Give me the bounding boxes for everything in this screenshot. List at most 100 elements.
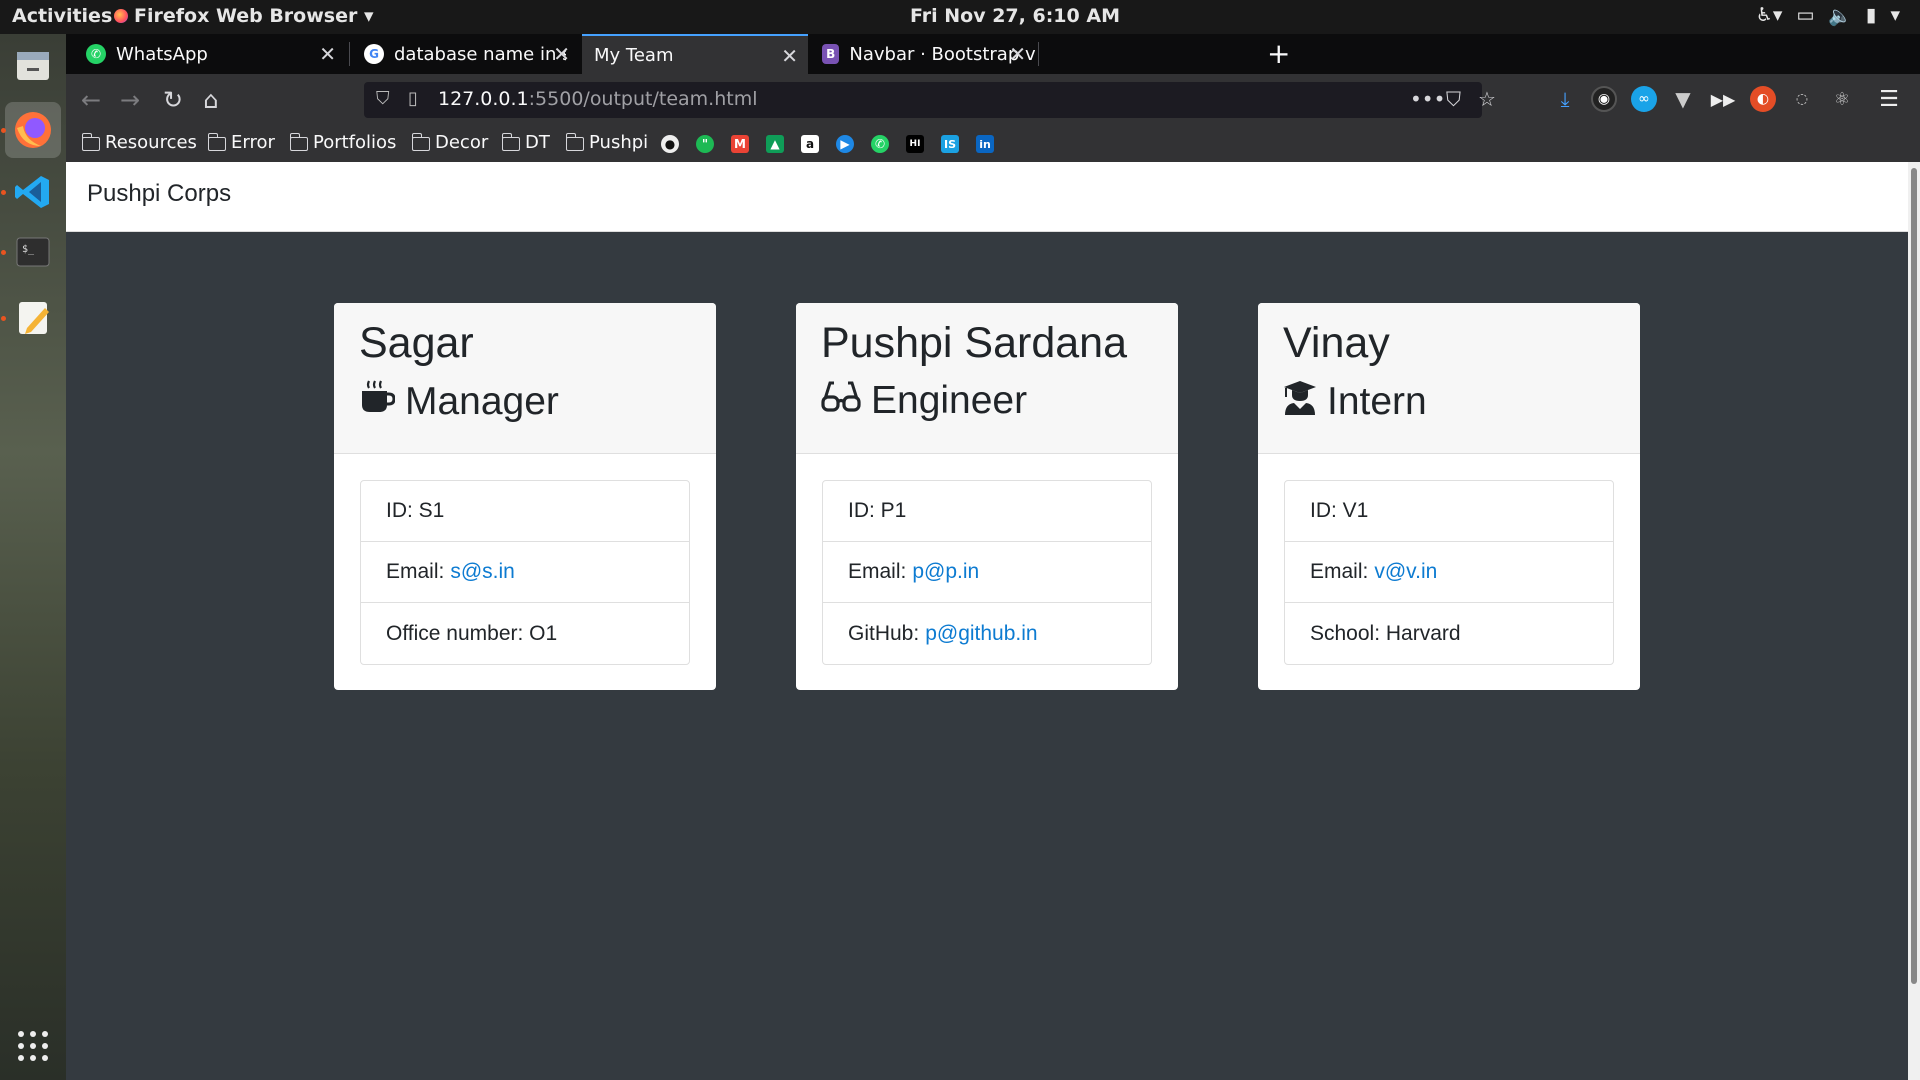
volume-icon[interactable]: 🔈 xyxy=(1828,4,1852,27)
bookmark-folder-dt[interactable]: DT xyxy=(501,132,550,153)
url-text[interactable]: 127.0.0.1:5500/output/team.html xyxy=(438,88,758,110)
files-app-icon[interactable] xyxy=(5,38,61,94)
bookmark-label: Resources xyxy=(105,132,197,153)
employee-role: Intern xyxy=(1283,379,1427,425)
employee-card: Vinay Intern ID: V1 Email: v@v.in School:… xyxy=(1258,303,1640,690)
extension-duckduckgo-icon[interactable]: ◐ xyxy=(1750,86,1776,112)
show-applications-icon[interactable] xyxy=(5,1018,61,1074)
details-list: ID: S1 Email: s@s.in Office number: O1 xyxy=(360,480,690,665)
accessibility-icon[interactable]: ♿▾ xyxy=(1756,4,1783,27)
downloads-icon[interactable]: ⤓ xyxy=(1552,86,1578,112)
tab-strip: ✆ WhatsApp ✕ G database name in sqltool … xyxy=(66,34,1920,74)
firefox-app-icon[interactable] xyxy=(1,102,61,158)
bookmark-star-icon[interactable]: ☆ xyxy=(1478,87,1496,111)
email-row: Email: s@s.in xyxy=(361,542,689,603)
battery-icon[interactable]: ▮ xyxy=(1866,4,1876,27)
clock[interactable]: Fri Nov 27, 6:10 AM xyxy=(910,5,1120,27)
url-host: 127.0.0.1 xyxy=(438,88,529,110)
bookmark-folder-error[interactable]: Error xyxy=(207,132,275,153)
email-label: Email: xyxy=(1310,560,1369,583)
tab-bootstrap-navbar[interactable]: B Navbar · Bootstrap v4.5 ✕ xyxy=(810,34,1036,74)
url-bar[interactable]: ⛉ ▯ 127.0.0.1:5500/output/team.html ••• … xyxy=(364,82,1496,118)
close-icon[interactable]: ✕ xyxy=(781,44,798,68)
home-icon[interactable]: ⌂ xyxy=(195,84,227,116)
bookmark-folder-resources[interactable]: Resources xyxy=(81,132,197,153)
details-list: ID: P1 Email: p@p.in GitHub: p@github.in xyxy=(822,480,1152,665)
back-icon[interactable]: ← xyxy=(75,84,107,116)
id-text: ID: P1 xyxy=(848,499,907,522)
employee-name: Vinay xyxy=(1283,319,1390,367)
tab-whatsapp[interactable]: ✆ WhatsApp ✕ xyxy=(74,34,346,74)
activities-button[interactable]: Activities xyxy=(12,5,112,27)
terminal-app-icon[interactable]: $_ xyxy=(1,224,61,280)
running-indicator xyxy=(1,316,6,321)
close-icon[interactable]: ✕ xyxy=(553,42,570,66)
github-bookmark-icon[interactable]: ● xyxy=(661,135,679,153)
bookmark-label: DT xyxy=(525,132,550,153)
is-bookmark-icon[interactable]: IS xyxy=(941,135,959,153)
bookmark-label: Decor xyxy=(435,132,489,153)
navbar-brand[interactable]: Pushpi Corps xyxy=(87,180,231,208)
email-label: Email: xyxy=(386,560,445,583)
employee-name: Sagar xyxy=(359,319,474,367)
extension-bulb-icon[interactable]: ◌ xyxy=(1789,86,1815,112)
bookmark-label: Error xyxy=(231,132,275,153)
vscode-app-icon[interactable] xyxy=(1,164,61,220)
card-header: Sagar Manager xyxy=(334,303,716,454)
email-link[interactable]: s@s.in xyxy=(450,560,515,584)
card-header: Pushpi Sardana Engineer xyxy=(796,303,1178,454)
tracking-shield-icon[interactable]: ⛉ xyxy=(376,88,390,109)
play-bookmark-icon[interactable]: ▶ xyxy=(836,135,854,153)
firefox-small-icon xyxy=(114,9,128,23)
github-link[interactable]: p@github.in xyxy=(925,622,1037,646)
linkedin-bookmark-icon[interactable]: in xyxy=(976,135,994,153)
screen-icon[interactable]: ▭ xyxy=(1796,4,1814,27)
id-text: ID: V1 xyxy=(1310,499,1369,522)
tab-database-search[interactable]: G database name in sqltool ✕ xyxy=(352,34,580,74)
system-tray[interactable]: ♿▾ ▭ 🔈 ▮ ▾ xyxy=(1756,4,1900,27)
new-tab-icon[interactable]: + xyxy=(1267,37,1290,70)
amazon-bookmark-icon[interactable]: a xyxy=(801,135,819,153)
scrollbar-thumb[interactable] xyxy=(1911,168,1917,984)
whatsapp-icon: ✆ xyxy=(86,44,106,64)
menu-hamburger-icon[interactable]: ☰ xyxy=(1876,86,1902,112)
reload-icon[interactable]: ↻ xyxy=(157,84,189,116)
close-icon[interactable]: ✕ xyxy=(319,42,336,66)
close-icon[interactable]: ✕ xyxy=(1009,42,1026,66)
extension-forward-icon[interactable]: ▶▶ xyxy=(1710,86,1736,112)
extension-v-icon[interactable]: ▼ xyxy=(1670,86,1696,112)
url-path: :5500/output/team.html xyxy=(528,88,758,110)
whatsapp-bookmark-icon[interactable]: ✆ xyxy=(871,135,889,153)
dropdown-icon[interactable]: ▾ xyxy=(1890,4,1900,27)
page-info-icon[interactable]: ▯ xyxy=(408,88,418,109)
email-row: Email: p@p.in xyxy=(823,542,1151,603)
folder-icon xyxy=(207,132,226,151)
hangouts-bookmark-icon[interactable]: " xyxy=(696,135,714,153)
bookmark-folder-decor[interactable]: Decor xyxy=(411,132,489,153)
page-actions-icon[interactable]: ••• xyxy=(1410,87,1445,111)
folder-icon xyxy=(81,132,100,151)
bookmark-folder-pushpi[interactable]: Pushpi xyxy=(565,132,649,153)
text-editor-app-icon[interactable] xyxy=(1,290,61,346)
email-link[interactable]: v@v.in xyxy=(1374,560,1437,584)
bootstrap-icon: B xyxy=(822,44,840,64)
school-row: School: Harvard xyxy=(1285,603,1613,664)
page-scrollbar[interactable] xyxy=(1908,162,1920,1080)
extension-avatar-icon[interactable]: ◉ xyxy=(1591,86,1617,112)
forward-icon[interactable]: → xyxy=(114,84,146,116)
extension-infinity-icon[interactable]: ∞ xyxy=(1631,86,1657,112)
bookmark-label: Pushpi xyxy=(589,132,649,153)
pocket-icon[interactable]: ⛉ xyxy=(1446,87,1461,111)
role-label: Engineer xyxy=(871,379,1028,422)
hackerrank-bookmark-icon[interactable]: HI xyxy=(906,135,924,153)
extension-react-icon[interactable]: ⚛ xyxy=(1829,86,1855,112)
google-drive-bookmark-icon[interactable]: ▲ xyxy=(766,135,784,153)
app-menu[interactable]: Firefox Web Browser ▾ xyxy=(114,5,374,27)
bookmark-folder-portfolios[interactable]: Portfolios xyxy=(289,132,396,153)
email-label: Email: xyxy=(848,560,907,583)
google-icon: G xyxy=(364,44,384,64)
tab-title: WhatsApp xyxy=(116,43,208,65)
email-link[interactable]: p@p.in xyxy=(912,560,979,584)
gmail-bookmark-icon[interactable]: M xyxy=(731,135,749,153)
tab-my-team[interactable]: My Team ✕ xyxy=(582,34,808,74)
